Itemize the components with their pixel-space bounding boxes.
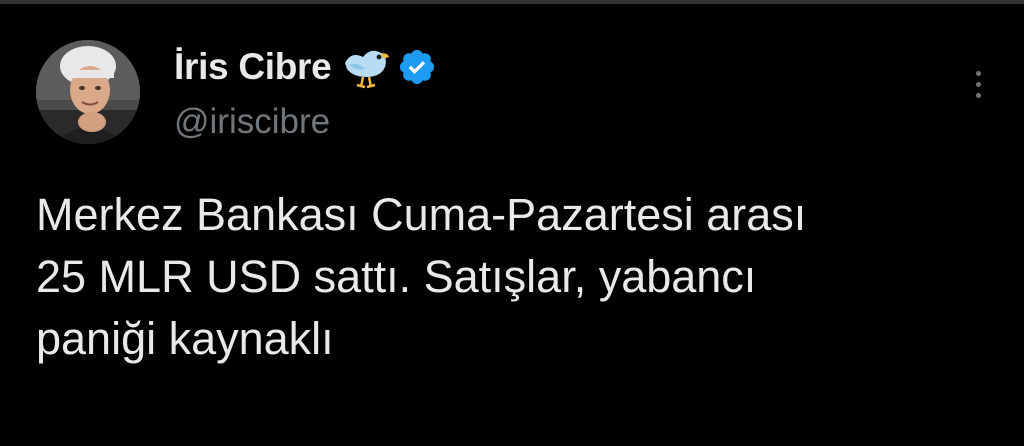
more-options-button[interactable] bbox=[958, 62, 998, 106]
name-row: İris Cibre bbox=[174, 40, 437, 94]
more-options-icon bbox=[975, 70, 981, 76]
tweet-text-line: 25 MLR USD sattı. Satışlar, yabancı bbox=[36, 251, 757, 302]
bird-emoji-icon bbox=[341, 43, 391, 91]
more-options-icon-dot-2 bbox=[975, 81, 981, 87]
tweet-card[interactable]: İris Cibre @iriscibre Merkez Bankası Cum… bbox=[0, 0, 1024, 446]
verified-badge-icon[interactable] bbox=[397, 47, 437, 87]
user-handle[interactable]: @iriscibre bbox=[174, 102, 437, 142]
avatar[interactable] bbox=[36, 40, 140, 144]
tweet-text: Merkez Bankası Cuma-Pazartesi arası 25 M… bbox=[36, 184, 996, 370]
more-options-icon-dot-3 bbox=[975, 92, 981, 98]
tweet-text-line: paniği kaynaklı bbox=[36, 313, 334, 364]
author-block: İris Cibre @iriscibre bbox=[174, 40, 437, 142]
avatar-photo bbox=[36, 40, 140, 144]
tweet-text-line: Merkez Bankası Cuma-Pazartesi arası bbox=[36, 189, 807, 240]
display-name[interactable]: İris Cibre bbox=[174, 46, 332, 88]
